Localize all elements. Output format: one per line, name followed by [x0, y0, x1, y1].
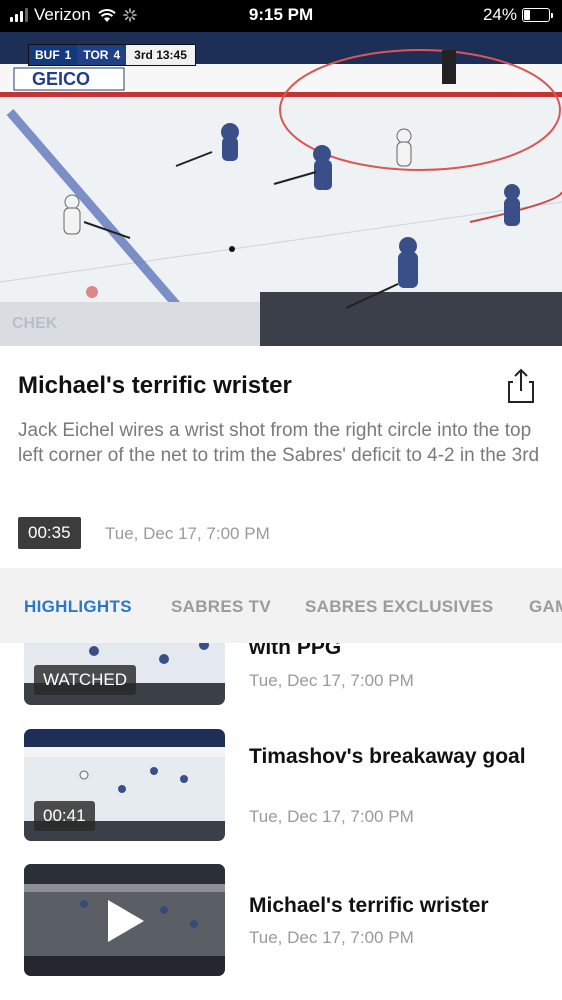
tab-sabres-exclusives[interactable]: SABRES EXCLUSIVES: [305, 597, 493, 617]
status-right: 24%: [482, 5, 553, 25]
video-player[interactable]: GEICO CHEK BUF 1 TOR 4 3rd 13:45: [0, 32, 562, 346]
highlights-list: WATCHED with PPG Tue, Dec 17, 7:00 PM 00…: [0, 643, 562, 1000]
video-thumbnail[interactable]: [24, 864, 225, 976]
video-description: Jack Eichel wires a wrist shot from the …: [18, 420, 540, 466]
svg-text:GEICO: GEICO: [32, 69, 90, 89]
list-item-title: with PPG: [249, 643, 342, 659]
status-bar: Verizon 9:15 PM 24%: [0, 0, 562, 32]
period-clock: 3rd 13:45: [126, 45, 195, 65]
video-thumbnail[interactable]: 00:41: [24, 729, 225, 841]
away-team: BUF 1: [29, 45, 78, 65]
away-team-name: BUF: [35, 48, 60, 62]
list-item[interactable]: WATCHED with PPG Tue, Dec 17, 7:00 PM: [0, 643, 562, 705]
play-icon[interactable]: [106, 898, 146, 944]
video-date: Tue, Dec 17, 7:00 PM: [105, 524, 270, 543]
tab-bar: HIGHLIGHTS SABRES TV SABRES EXCLUSIVES G…: [0, 568, 562, 643]
svg-text:CHEK: CHEK: [12, 315, 58, 332]
battery-percent: 24%: [482, 5, 517, 24]
share-icon[interactable]: [505, 368, 537, 404]
battery-icon: [522, 8, 553, 22]
duration-badge: 00:41: [34, 801, 95, 831]
list-item-date: Tue, Dec 17, 7:00 PM: [249, 671, 414, 690]
list-item-title: Michael's terrific wrister: [249, 894, 489, 917]
hockey-rink-frame: GEICO CHEK: [0, 32, 562, 346]
list-item-date: Tue, Dec 17, 7:00 PM: [249, 807, 414, 826]
list-item[interactable]: Michael's terrific wrister Tue, Dec 17, …: [0, 864, 562, 976]
video-thumbnail[interactable]: WATCHED: [24, 643, 225, 705]
home-team: TOR 4: [77, 45, 127, 65]
video-info: Michael's terrific wrister Jack Eichel w…: [0, 346, 562, 568]
duration-badge: 00:35: [18, 517, 81, 549]
tab-game[interactable]: GAME: [529, 597, 562, 617]
list-item[interactable]: 00:41 Timashov's breakaway goal Tue, Dec…: [0, 729, 562, 841]
home-team-name: TOR: [83, 48, 109, 62]
video-title: Michael's terrific wrister: [18, 372, 292, 399]
home-team-score: 4: [113, 48, 121, 62]
tab-sabres-tv[interactable]: SABRES TV: [171, 597, 271, 617]
watched-badge: WATCHED: [34, 665, 137, 695]
list-item-date: Tue, Dec 17, 7:00 PM: [249, 928, 414, 947]
period: 3rd: [134, 48, 153, 62]
status-time: 9:15 PM: [248, 5, 314, 24]
away-team-score: 1: [64, 48, 72, 62]
list-item-title: Timashov's breakaway goal: [249, 745, 526, 768]
scoreboard: BUF 1 TOR 4 3rd 13:45: [28, 44, 196, 66]
battery-level: [524, 10, 530, 20]
game-clock: 13:45: [156, 48, 187, 62]
tab-highlights[interactable]: HIGHLIGHTS: [24, 597, 132, 617]
